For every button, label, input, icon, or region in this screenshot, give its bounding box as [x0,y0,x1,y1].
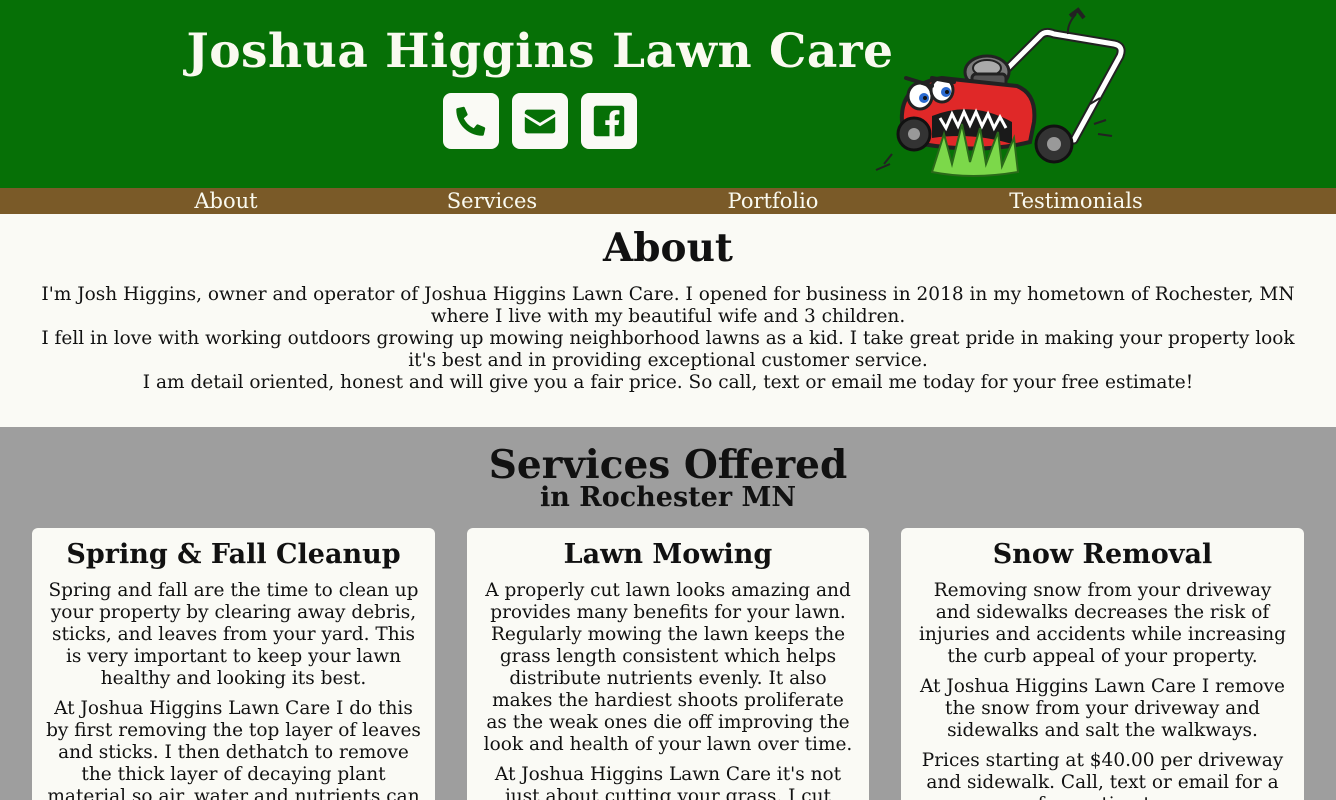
about-text: I'm Josh Higgins, owner and operator of … [0,284,1336,394]
service-card-cleanup: Spring & Fall Cleanup Spring and fall ar… [32,528,435,800]
phone-icon[interactable] [443,93,499,149]
nav-about[interactable]: About [194,188,257,214]
main-nav: About Services Portfolio Testimonials [0,188,1336,214]
service-card-text: A properly cut lawn looks amazing and pr… [483,580,853,755]
about-title: About [603,225,733,271]
service-card-text: At Joshua Higgins Lawn Care I do this by… [46,698,421,800]
service-card-title: Snow Removal [992,539,1213,570]
envelope-icon[interactable] [512,93,568,149]
site-header: Joshua Higgins Lawn Care [0,0,1336,188]
nav-services[interactable]: Services [447,188,537,214]
service-card-mowing: Lawn Mowing A properly cut lawn looks am… [467,528,869,800]
service-card-text: Prices starting at $40.00 per driveway a… [921,750,1284,800]
about-section: About I'm Josh Higgins, owner and operat… [0,214,1336,427]
about-paragraph: I'm Josh Higgins, owner and operator of … [41,284,1295,327]
facebook-icon-glyph [593,105,625,137]
phone-icon-glyph [456,106,486,136]
service-card-text: Removing snow from your driveway and sid… [918,580,1286,667]
about-paragraph: I am detail oriented, honest and will gi… [142,372,1194,393]
service-card-snow: Snow Removal Removing snow from your dri… [901,528,1304,800]
service-card-text: At Joshua Higgins Lawn Care I remove the… [920,676,1285,741]
lawn-mower-mascot [875,7,1126,177]
services-subtitle: in Rochester MN [539,482,797,513]
service-card-title: Spring & Fall Cleanup [66,539,401,570]
service-card-title: Lawn Mowing [563,539,773,570]
services-section: Services Offered in Rochester MN Spring … [0,427,1336,800]
facebook-icon[interactable] [581,93,637,149]
about-paragraph: I fell in love with working outdoors gro… [41,328,1295,371]
service-card-text: At Joshua Higgins Lawn Care it's not jus… [494,764,842,800]
services-title: Services Offered [488,442,848,488]
contact-icons [443,93,637,149]
nav-testimonials[interactable]: Testimonials [1009,188,1143,214]
envelope-icon-glyph [524,109,556,134]
nav-portfolio[interactable]: Portfolio [728,188,819,214]
service-card-text: Spring and fall are the time to clean up… [48,580,419,689]
